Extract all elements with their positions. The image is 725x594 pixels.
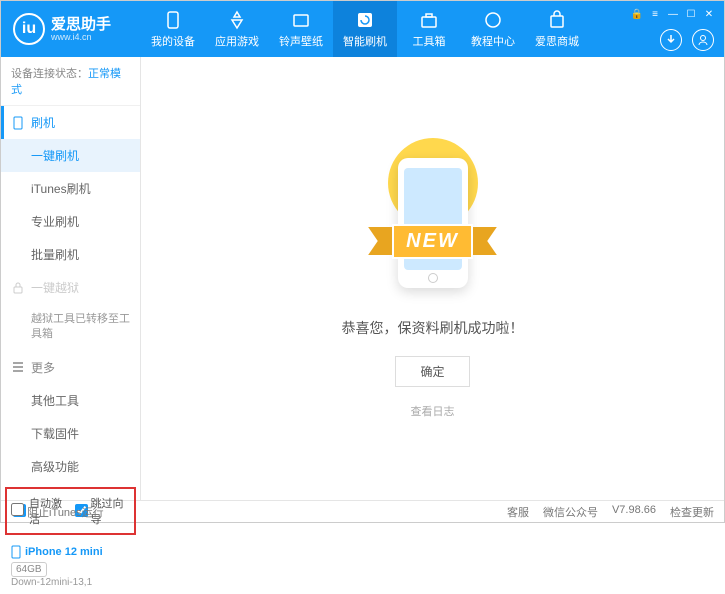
user-button[interactable]	[692, 29, 714, 51]
download-button[interactable]	[660, 29, 682, 51]
refresh-icon	[355, 10, 375, 30]
menu-icon	[11, 360, 25, 374]
storage-badge: 64GB	[11, 562, 47, 577]
store-icon	[547, 10, 567, 30]
window-controls: 🔒 ≡ — ☐ ✕	[630, 7, 716, 21]
view-log-link[interactable]: 查看日志	[411, 403, 455, 419]
sidebar: 设备连接状态：正常模式 刷机 一键刷机 iTunes刷机 专业刷机 批量刷机 一…	[1, 57, 141, 500]
footer-update[interactable]: 检查更新	[670, 504, 714, 520]
maximize-button[interactable]: ☐	[684, 7, 698, 21]
sidebar-section-more[interactable]: 更多	[1, 351, 140, 384]
tab-store[interactable]: 爱思商城	[525, 1, 589, 57]
header-action-icons	[660, 29, 714, 51]
nav-tabs: 我的设备 应用游戏 铃声壁纸 智能刷机 工具箱 教程中心 爱思商城	[141, 1, 589, 57]
sidebar-item-pro[interactable]: 专业刷机	[1, 205, 140, 238]
app-header: iu 爱思助手 www.i4.cn 我的设备 应用游戏 铃声壁纸 智能刷机 工具…	[1, 1, 724, 57]
ok-button[interactable]: 确定	[395, 356, 469, 387]
sidebar-item-advanced[interactable]: 高级功能	[1, 450, 140, 483]
download-icon	[665, 34, 677, 46]
sidebar-item-itunes[interactable]: iTunes刷机	[1, 172, 140, 205]
tab-my-device[interactable]: 我的设备	[141, 1, 205, 57]
toolbox-icon	[419, 10, 439, 30]
jailbreak-note: 越狱工具已转移至工具箱	[1, 304, 140, 351]
sidebar-section-jailbreak[interactable]: 一键越狱	[1, 271, 140, 304]
footer-version: V7.98.66	[612, 504, 656, 520]
device-info[interactable]: iPhone 12 mini 64GB Down-12mini-13,1	[1, 539, 140, 594]
minimize-button[interactable]: —	[666, 7, 680, 21]
footer-wechat[interactable]: 微信公众号	[543, 504, 598, 520]
app-name: 爱思助手	[51, 17, 111, 32]
success-illustration: NEW	[333, 138, 533, 298]
checkbox-block-itunes[interactable]: 阻止iTunes运行	[11, 503, 104, 520]
phone-icon	[11, 545, 21, 559]
tab-ringtones[interactable]: 铃声壁纸	[269, 1, 333, 57]
sidebar-item-oneclick[interactable]: 一键刷机	[1, 139, 140, 172]
device-model: Down-12mini-13,1	[11, 577, 130, 588]
tab-flash[interactable]: 智能刷机	[333, 1, 397, 57]
sidebar-item-other[interactable]: 其他工具	[1, 384, 140, 417]
logo-icon: iu	[13, 13, 45, 45]
footer-service[interactable]: 客服	[507, 504, 529, 520]
sidebar-section-flash[interactable]: 刷机	[1, 106, 140, 139]
settings-icon[interactable]: ≡	[648, 7, 662, 21]
lock-icon[interactable]: 🔒	[630, 7, 644, 21]
user-icon	[697, 34, 709, 46]
main-content: NEW 恭喜您，保资料刷机成功啦！ 确定 查看日志	[141, 57, 724, 500]
tab-apps[interactable]: 应用游戏	[205, 1, 269, 57]
new-ribbon: NEW	[392, 224, 473, 259]
sidebar-item-batch[interactable]: 批量刷机	[1, 238, 140, 271]
connection-status: 设备连接状态：正常模式	[1, 57, 140, 106]
phone-icon	[11, 116, 25, 130]
book-icon	[483, 10, 503, 30]
phone-icon	[163, 10, 183, 30]
app-url: www.i4.cn	[51, 32, 111, 42]
tab-toolbox[interactable]: 工具箱	[397, 1, 461, 57]
tab-tutorials[interactable]: 教程中心	[461, 1, 525, 57]
lock-icon	[11, 281, 25, 295]
logo-area: iu 爱思助手 www.i4.cn	[1, 13, 141, 45]
success-message: 恭喜您，保资料刷机成功啦！	[342, 318, 524, 338]
apps-icon	[227, 10, 247, 30]
sidebar-item-download[interactable]: 下载固件	[1, 417, 140, 450]
folder-icon	[291, 10, 311, 30]
close-button[interactable]: ✕	[702, 7, 716, 21]
